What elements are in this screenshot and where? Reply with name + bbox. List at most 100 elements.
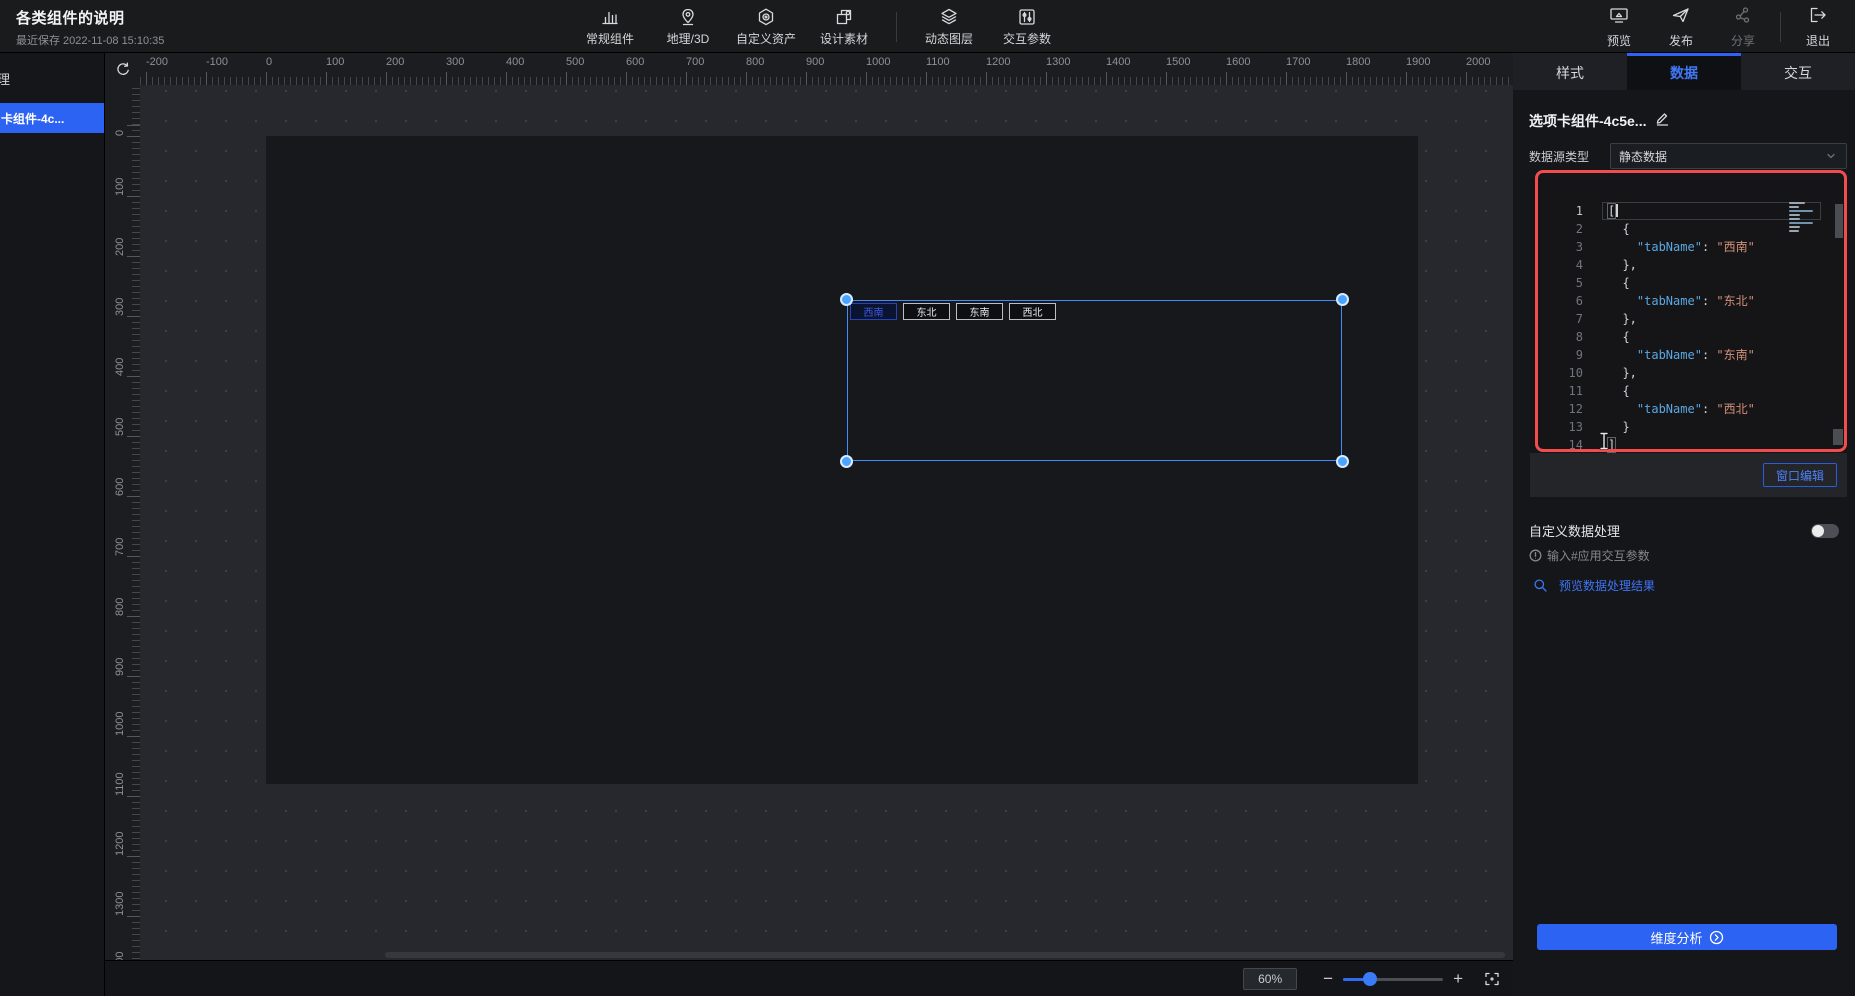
code-line[interactable]: 13 } <box>1530 418 1847 436</box>
inspector-tabs: 样式 数据 交互 <box>1513 53 1855 90</box>
datasource-select[interactable]: 静态数据 <box>1610 143 1847 169</box>
code-line[interactable]: 14] <box>1530 436 1847 453</box>
ruler-label: 1900 <box>1406 56 1430 68</box>
horizontal-scrollbar[interactable] <box>385 952 1505 958</box>
exit-button[interactable]: 退出 <box>1787 0 1849 53</box>
custom-processing-toggle[interactable] <box>1811 524 1839 538</box>
toolbar-item-label: 常规组件 <box>586 30 634 47</box>
code-line[interactable]: 12 "tabName": "西北" <box>1530 400 1847 418</box>
toolbar-item-geo3d[interactable]: 地理/3D <box>656 0 720 53</box>
ruler-label: 0 <box>266 56 272 68</box>
preview-button[interactable]: 预览 <box>1588 0 1650 53</box>
hint-row: 输入#应用交互参数 <box>1529 547 1650 564</box>
component-name: 选项卡组件-4c5e... <box>1529 111 1646 131</box>
ruler-label: -100 <box>206 56 228 68</box>
ruler-label: 1000 <box>114 712 126 736</box>
code-line[interactable]: 5 { <box>1530 274 1847 292</box>
publish-button[interactable]: 发布 <box>1650 0 1712 53</box>
ruler-label: 1200 <box>114 832 126 856</box>
tab-style[interactable]: 样式 <box>1513 53 1627 90</box>
ruler-label: 400 <box>114 358 126 376</box>
toolbar-item-custom-assets[interactable]: 自定义资产 <box>734 0 798 53</box>
code-line[interactable]: 11 { <box>1530 382 1847 400</box>
zoom-slider-thumb[interactable] <box>1363 972 1377 986</box>
ruler-label: 400 <box>506 56 524 68</box>
action-label: 分享 <box>1731 32 1755 49</box>
toolbar-item-interaction-params[interactable]: 交互参数 <box>995 0 1059 53</box>
ruler-label: 700 <box>114 538 126 556</box>
resize-handle-bottom-right[interactable] <box>1336 455 1349 468</box>
selected-component[interactable]: 西南 东北 东南 西北 <box>847 300 1342 461</box>
edit-name-button[interactable] <box>1654 110 1670 131</box>
ruler-label: 300 <box>114 298 126 316</box>
toolbar-item-components[interactable]: 常规组件 <box>578 0 642 53</box>
editor-scrollbar-thumb[interactable] <box>1835 204 1843 238</box>
tab-data[interactable]: 数据 <box>1627 53 1741 90</box>
component-tab[interactable]: 东南 <box>956 303 1003 320</box>
share-button[interactable]: 分享 <box>1712 0 1774 53</box>
fit-screen-icon <box>1483 970 1501 988</box>
action-label: 预览 <box>1607 32 1631 49</box>
map-pin-icon <box>678 6 698 28</box>
ruler-label: 800 <box>746 56 764 68</box>
code-line[interactable]: 4 }, <box>1530 256 1847 274</box>
toolbar-item-label: 设计素材 <box>820 30 868 47</box>
layer-item-selected[interactable]: 卡组件-4c... <box>0 103 105 133</box>
resize-handle-top-left[interactable] <box>840 293 853 306</box>
datasource-row: 数据源类型 静态数据 <box>1529 143 1847 169</box>
info-icon <box>1529 549 1542 562</box>
resize-handle-bottom-left[interactable] <box>840 455 853 468</box>
component-tab[interactable]: 西北 <box>1009 303 1056 320</box>
code-line[interactable]: 8 { <box>1530 328 1847 346</box>
ruler-label: 800 <box>114 598 126 616</box>
exit-icon <box>1807 5 1829 30</box>
code-line[interactable]: 7 }, <box>1530 310 1847 328</box>
toolbar-item-dynamic-layers[interactable]: 动态图层 <box>917 0 981 53</box>
custom-processing-label: 自定义数据处理 <box>1529 521 1620 540</box>
component-tab[interactable]: 西南 <box>850 303 897 320</box>
code-line[interactable]: 9 "tabName": "东南" <box>1530 346 1847 364</box>
horizontal-ruler: -200-10001002003004005006007008009001000… <box>140 53 1513 85</box>
ruler-label: 900 <box>806 56 824 68</box>
toolbar-item-design-material[interactable]: 设计素材 <box>812 0 876 53</box>
ruler-label: 1100 <box>114 772 126 796</box>
resize-handle-top-right[interactable] <box>1336 293 1349 306</box>
canvas-area[interactable]: -200-10001002003004005006007008009001000… <box>105 53 1513 996</box>
ruler-reset-button[interactable] <box>105 53 140 85</box>
toolbar-item-label: 动态图层 <box>925 30 973 47</box>
zoom-in-button[interactable]: + <box>1449 969 1467 989</box>
custom-processing-row: 自定义数据处理 <box>1529 521 1839 540</box>
toolbar-item-label: 地理/3D <box>667 30 710 47</box>
share-icon <box>1732 5 1754 30</box>
hint-text: 输入#应用交互参数 <box>1547 547 1650 564</box>
json-code-editor[interactable]: 1[2 {3 "tabName": "西南"4 },5 {6 "tabName"… <box>1530 178 1847 453</box>
tab-interaction[interactable]: 交互 <box>1741 53 1855 90</box>
dimension-analysis-button[interactable]: 维度分析 <box>1537 924 1837 950</box>
text-caret <box>1616 204 1618 217</box>
ruler-label: 500 <box>566 56 584 68</box>
component-tab[interactable]: 东北 <box>903 303 950 320</box>
preview-icon <box>1608 5 1630 30</box>
zoom-out-button[interactable]: − <box>1319 969 1337 989</box>
code-minimap <box>1789 202 1819 234</box>
zoom-slider[interactable] <box>1343 972 1443 986</box>
editor-footer: 窗口编辑 <box>1530 453 1847 497</box>
layers-panel-header-clipped: 理 <box>0 69 10 88</box>
zoom-level-input[interactable] <box>1243 968 1297 990</box>
code-line[interactable]: 10 }, <box>1530 364 1847 382</box>
ruler-label: 700 <box>686 56 704 68</box>
preview-result-link[interactable]: 预览数据处理结果 <box>1533 577 1655 594</box>
window-edit-button[interactable]: 窗口编辑 <box>1763 463 1837 487</box>
ruler-label: 500 <box>114 418 126 436</box>
actions-divider <box>1780 12 1781 42</box>
editor-scrollbar-thumb-2[interactable] <box>1833 429 1843 445</box>
fit-to-screen-button[interactable] <box>1483 970 1501 988</box>
datasource-value: 静态数据 <box>1619 148 1824 165</box>
code-line[interactable]: 3 "tabName": "西南" <box>1530 238 1847 256</box>
code-line[interactable]: 6 "tabName": "东北" <box>1530 292 1847 310</box>
search-icon <box>1533 578 1548 593</box>
design-material-icon <box>834 6 854 28</box>
last-saved-text: 最近保存 2022-11-08 15:10:35 <box>16 32 164 48</box>
ruler-label: 1500 <box>1166 56 1190 68</box>
inspector-panel: 样式 数据 交互 选项卡组件-4c5e... 数据源类型 静态数据 1[2 <box>1513 53 1855 996</box>
